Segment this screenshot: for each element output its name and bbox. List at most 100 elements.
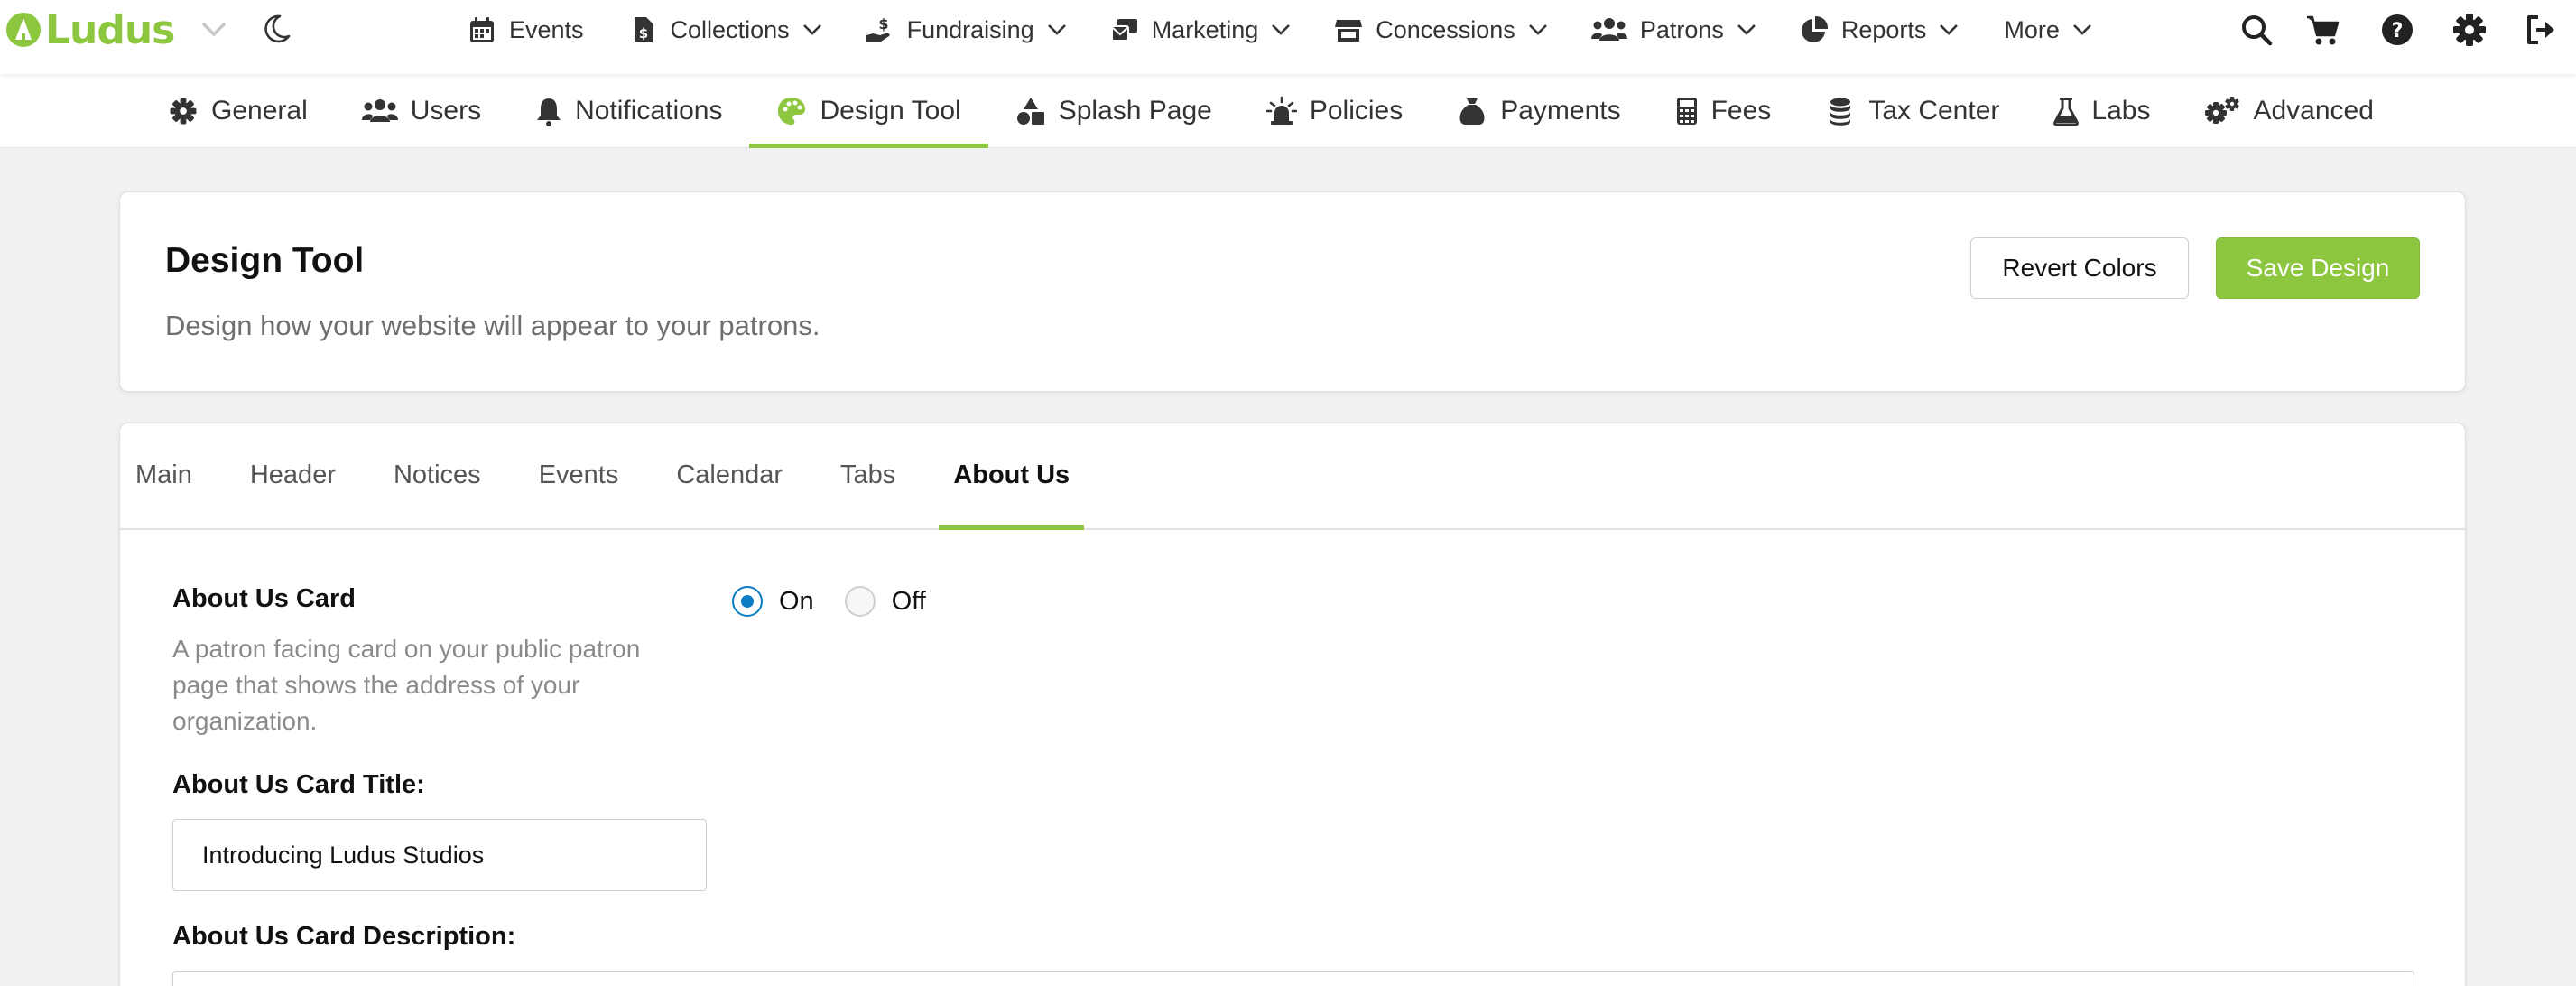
chevron-down-icon xyxy=(2073,24,2091,35)
subnav-label: Notifications xyxy=(575,96,723,126)
top-navbar: Ludus Events $ Collections $ Fundraising… xyxy=(0,0,2576,74)
nav-marketing[interactable]: Marketing xyxy=(1110,0,1292,60)
subnav-label: Users xyxy=(410,96,482,126)
chevron-down-icon xyxy=(1940,24,1959,35)
svg-text:?: ? xyxy=(2392,20,2404,42)
cart-icon[interactable] xyxy=(2305,12,2341,48)
gear-icon xyxy=(170,98,197,125)
revert-colors-button[interactable]: Revert Colors xyxy=(1970,237,2189,299)
subnav-label: Tax Center xyxy=(1868,96,2000,126)
logo-mark-icon xyxy=(6,13,41,47)
bell-icon xyxy=(537,98,561,126)
subnav-label: Policies xyxy=(1309,96,1404,126)
about-us-title-input[interactable] xyxy=(172,819,707,891)
nav-label: More xyxy=(2004,15,2060,43)
about-us-title-label: About Us Card Title: xyxy=(172,770,425,799)
chevron-down-icon xyxy=(1737,24,1756,35)
pie-chart-icon xyxy=(1801,15,1828,42)
mail-bulk-icon xyxy=(1110,19,1137,42)
subnav-general[interactable]: General xyxy=(141,74,335,148)
nav-reports[interactable]: Reports xyxy=(1800,0,1960,60)
coins-icon xyxy=(1830,98,1851,126)
chevron-down-icon xyxy=(1528,24,1547,35)
calendar-icon xyxy=(470,17,494,42)
subnav-tax-center[interactable]: Tax Center xyxy=(1798,74,2026,148)
nav-events[interactable]: Events xyxy=(468,0,584,60)
nav-label: Fundraising xyxy=(906,15,1034,43)
tab-header[interactable]: Header xyxy=(221,422,365,528)
about-us-card-label: About Us Card xyxy=(172,584,356,613)
about-us-card-toggle: On Off xyxy=(732,586,957,617)
about-us-description-input[interactable] xyxy=(172,971,2414,986)
tab-events[interactable]: Events xyxy=(510,422,648,528)
chevron-down-icon xyxy=(802,24,821,35)
svg-text:$: $ xyxy=(878,15,888,33)
chevron-down-icon xyxy=(1272,24,1291,35)
nav-label: Events xyxy=(509,15,584,43)
siren-icon xyxy=(1265,96,1297,125)
subnav-design-tool[interactable]: Design Tool xyxy=(749,74,988,148)
gears-icon xyxy=(2205,97,2240,124)
tab-about-us[interactable]: About Us xyxy=(939,422,1085,530)
save-design-button[interactable]: Save Design xyxy=(2216,237,2420,299)
radio-off-label[interactable]: Off xyxy=(892,587,926,617)
nav-concessions[interactable]: Concessions xyxy=(1334,0,1548,60)
nav-label: Collections xyxy=(670,15,790,43)
svg-text:$: $ xyxy=(638,25,647,42)
subnav-label: Design Tool xyxy=(820,96,961,126)
help-icon[interactable]: ? xyxy=(2379,12,2415,48)
search-icon[interactable] xyxy=(2238,12,2275,48)
calculator-icon xyxy=(1676,98,1697,125)
nav-patrons[interactable]: Patrons xyxy=(1590,0,1756,60)
moon-icon[interactable] xyxy=(260,13,292,45)
tab-notices[interactable]: Notices xyxy=(365,422,510,528)
radio-on-label[interactable]: On xyxy=(779,587,814,617)
store-icon xyxy=(1335,20,1363,42)
design-tabs: Main Header Notices Events Calendar Tabs… xyxy=(120,423,2465,530)
nav-label: Reports xyxy=(1840,15,1927,43)
subnav-payments[interactable]: Payments xyxy=(1430,74,1647,148)
subnav-policies[interactable]: Policies xyxy=(1239,74,1430,148)
subnav-labs[interactable]: Labs xyxy=(2026,74,2177,148)
radio-off[interactable] xyxy=(844,586,876,617)
subnav-fees[interactable]: Fees xyxy=(1648,74,1799,148)
design-settings-card: Main Header Notices Events Calendar Tabs… xyxy=(119,423,2466,986)
nav-label: Marketing xyxy=(1151,15,1259,43)
about-us-description-label: About Us Card Description: xyxy=(172,922,516,951)
page-header-card: Design Tool Design how your website will… xyxy=(119,191,2466,392)
settings-subnav: General Users Notifications Design Tool xyxy=(0,74,2576,148)
users-icon xyxy=(1590,18,1627,41)
tab-calendar[interactable]: Calendar xyxy=(647,422,811,528)
chevron-down-icon xyxy=(1047,24,1066,35)
money-bag-icon xyxy=(1459,98,1485,125)
hand-dollar-icon: $ xyxy=(866,15,890,42)
shapes-icon xyxy=(1016,98,1044,125)
nav-label: Concessions xyxy=(1376,15,1515,43)
subnav-label: Labs xyxy=(2091,96,2151,126)
logo-text: Ludus xyxy=(45,6,175,53)
subnav-label: General xyxy=(211,96,308,126)
nav-collections[interactable]: $ Collections xyxy=(629,0,822,60)
subnav-notifications[interactable]: Notifications xyxy=(508,74,749,148)
nav-more[interactable]: More xyxy=(2004,0,2092,60)
subnav-users[interactable]: Users xyxy=(335,74,508,148)
flask-icon xyxy=(2053,98,2080,126)
tab-main[interactable]: Main xyxy=(120,422,221,528)
chevron-down-icon[interactable] xyxy=(200,20,227,38)
subnav-label: Fees xyxy=(1710,96,1772,126)
radio-on[interactable] xyxy=(732,586,763,617)
about-us-card-description: A patron facing card on your public patr… xyxy=(172,635,641,735)
page-subtitle: Design how your website will appear to y… xyxy=(165,310,820,341)
logout-icon[interactable] xyxy=(2524,12,2560,48)
tab-tabs[interactable]: Tabs xyxy=(811,422,924,528)
subnav-advanced[interactable]: Advanced xyxy=(2177,74,2400,148)
subnav-splash-page[interactable]: Splash Page xyxy=(988,74,1239,148)
settings-icon[interactable] xyxy=(2451,12,2488,48)
users-icon xyxy=(361,99,398,122)
main-nav: Events $ Collections $ Fundraising Marke… xyxy=(468,0,2092,60)
subnav-label: Advanced xyxy=(2253,96,2374,126)
subnav-label: Payments xyxy=(1500,96,1621,126)
page-title: Design Tool xyxy=(165,241,365,280)
ludus-logo[interactable]: Ludus xyxy=(5,5,175,54)
nav-fundraising[interactable]: $ Fundraising xyxy=(866,0,1067,60)
